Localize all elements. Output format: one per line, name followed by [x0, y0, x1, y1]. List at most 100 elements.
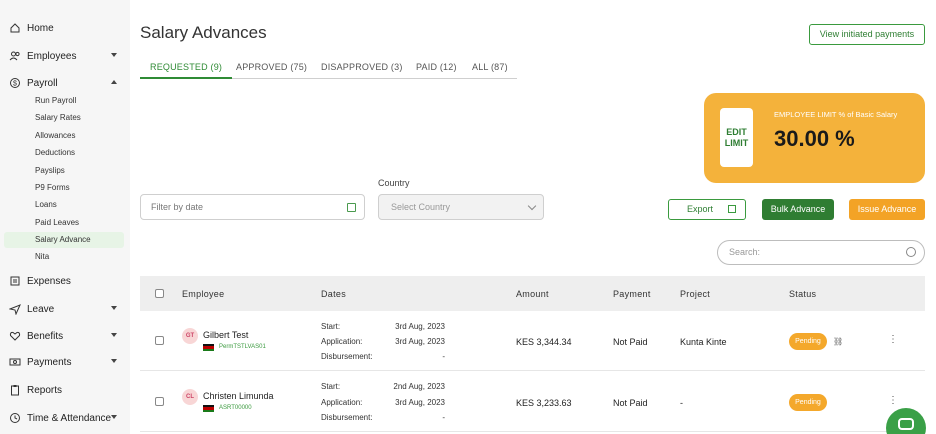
project: - [680, 398, 683, 408]
edit-limit-line1: EDIT [726, 127, 747, 137]
sidebar-sub-run-payroll[interactable]: Run Payroll [4, 93, 124, 109]
link-icon[interactable]: ⛓ [833, 337, 843, 346]
payment-status: Not Paid [613, 337, 648, 347]
sidebar-item-label: Reports [27, 384, 63, 396]
money-icon [9, 358, 21, 366]
status-tabs: REQUESTED (9) APPROVED (75) DISAPPROVED … [140, 58, 517, 79]
external-link-icon [728, 205, 736, 213]
sidebar-sub-p9-forms[interactable]: P9 Forms [4, 180, 124, 196]
date-label-application: Application: [321, 398, 363, 407]
sidebar-sub-nita[interactable]: Nita [4, 249, 124, 265]
employee-name[interactable]: Gilbert Test [203, 330, 248, 340]
svg-text:$: $ [13, 81, 17, 88]
sidebar-sub-salary-advance[interactable]: Salary Advance [4, 232, 124, 248]
search-input[interactable]: Search: [717, 240, 925, 265]
sidebar-item-payroll[interactable]: $ Payroll [0, 72, 130, 94]
limit-value: 30.00 % [774, 126, 855, 151]
more-actions-icon[interactable]: ⋮ [888, 395, 898, 406]
chevron-down-icon [111, 333, 117, 337]
sidebar-item-benefits[interactable]: Benefits [0, 325, 130, 347]
export-button[interactable]: Export [668, 199, 746, 220]
kenya-flag-icon [203, 405, 214, 412]
sidebar-sub-loans[interactable]: Loans [4, 197, 124, 213]
sidebar-item-reports[interactable]: Reports [0, 379, 130, 401]
page-title: Salary Advances [140, 23, 267, 42]
sidebar-item-label: Home [27, 22, 54, 34]
country-label: Country [378, 178, 410, 188]
chevron-down-icon [111, 306, 117, 310]
sidebar-item-time-attendance[interactable]: Time & Attendance [0, 407, 130, 429]
status-badge: Pending [789, 333, 827, 350]
start-date: 2nd Aug, 2023 [393, 382, 445, 391]
tab-paid[interactable]: PAID (12) [416, 58, 457, 77]
tab-approved[interactable]: APPROVED (75) [236, 58, 307, 77]
column-header-employee: Employee [182, 289, 225, 299]
chevron-down-icon [111, 359, 117, 363]
sidebar-item-payments[interactable]: Payments [0, 351, 130, 373]
column-header-dates: Dates [321, 289, 347, 299]
sidebar-item-label: Leave [27, 303, 55, 315]
application-date: 3rd Aug, 2023 [395, 337, 445, 346]
export-label: Export [687, 204, 714, 214]
tab-all[interactable]: ALL (87) [472, 58, 508, 77]
date-label-application: Application: [321, 337, 363, 346]
date-label-start: Start: [321, 382, 341, 391]
sidebar-item-label: Benefits [27, 330, 64, 342]
avatar: GT [182, 328, 198, 344]
heart-icon [9, 331, 21, 341]
edit-limit-button[interactable]: EDIT LIMIT [720, 108, 753, 167]
column-header-payment: Payment [613, 289, 651, 299]
sidebar-sub-payslips[interactable]: Payslips [4, 163, 124, 179]
sidebar-sub-deductions[interactable]: Deductions [4, 145, 124, 161]
sidebar-sub-salary-rates[interactable]: Salary Rates [4, 110, 124, 126]
date-filter-input[interactable]: Filter by date [140, 194, 365, 220]
country-placeholder: Select Country [391, 202, 451, 212]
column-header-project: Project [680, 289, 711, 299]
chat-icon [898, 418, 914, 430]
payment-status: Not Paid [613, 398, 648, 408]
chevron-down-icon [527, 201, 537, 211]
table-row[interactable]: CL Christen Limunda ASRT00000 Start: App… [140, 372, 925, 432]
project: Kunta Kinte [680, 337, 727, 347]
users-icon [9, 51, 20, 61]
search-icon [906, 247, 916, 257]
disbursement-date: - [442, 413, 445, 422]
more-actions-icon[interactable]: ⋮ [888, 334, 898, 345]
bulk-advance-button[interactable]: Bulk Advance [762, 199, 834, 220]
search-placeholder: Search: [729, 247, 761, 257]
tab-requested[interactable]: REQUESTED (9) [140, 58, 233, 79]
tab-disapproved[interactable]: DISAPPROVED (3) [321, 58, 403, 77]
sidebar-item-employees[interactable]: Employees [0, 45, 130, 67]
column-header-status: Status [789, 289, 817, 299]
sidebar-item-home[interactable]: Home [0, 17, 130, 39]
amount: KES 3,344.34 [516, 337, 572, 347]
employee-name[interactable]: Christen Limunda [203, 391, 274, 401]
disbursement-date: - [442, 352, 445, 361]
sidebar-item-expenses[interactable]: Expenses [0, 270, 130, 292]
row-checkbox[interactable] [155, 397, 164, 406]
view-initiated-payments-button[interactable]: View initiated payments [809, 24, 925, 45]
plane-icon [9, 304, 21, 315]
chevron-down-icon [111, 53, 117, 57]
avatar: CL [182, 389, 198, 405]
receipt-icon [10, 276, 20, 286]
sidebar-sub-allowances[interactable]: Allowances [4, 128, 124, 144]
clipboard-icon [11, 385, 19, 396]
select-all-checkbox[interactable] [155, 289, 164, 298]
country-select[interactable]: Select Country [378, 194, 544, 220]
table-header: Employee Dates Amount Payment Project St… [140, 276, 925, 311]
issue-advance-button[interactable]: Issue Advance [849, 199, 925, 220]
chevron-up-icon [111, 80, 117, 84]
sidebar-item-label: Payments [27, 356, 72, 368]
sidebar-sub-paid-leaves[interactable]: Paid Leaves [4, 215, 124, 231]
chevron-down-icon [111, 415, 117, 419]
employee-code: PermTSTLVAS01 [219, 344, 266, 350]
kenya-flag-icon [203, 344, 214, 351]
dollar-icon: $ [10, 78, 20, 88]
status-badge: Pending [789, 394, 827, 411]
amount: KES 3,233.63 [516, 398, 572, 408]
table-row[interactable]: GT Gilbert Test PermTSTLVAS01 Start: App… [140, 311, 925, 371]
row-checkbox[interactable] [155, 336, 164, 345]
date-label-start: Start: [321, 322, 341, 331]
sidebar-item-leave[interactable]: Leave [0, 298, 130, 320]
